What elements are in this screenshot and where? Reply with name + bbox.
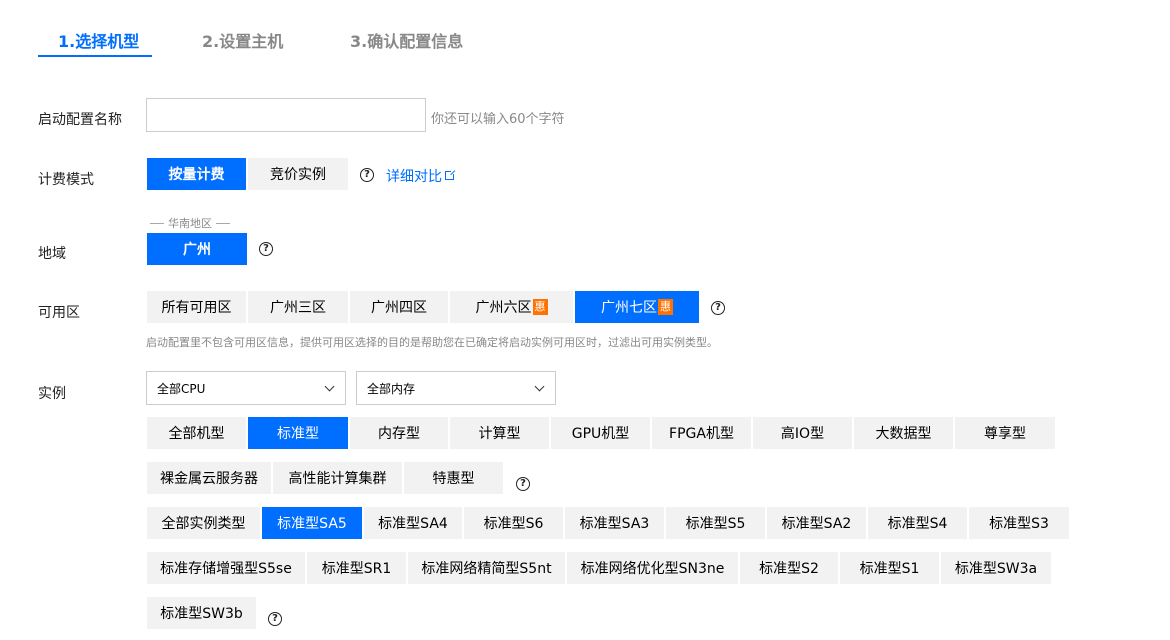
- family-premium[interactable]: 尊享型: [955, 417, 1055, 449]
- billing-mode-label: 计费模式: [38, 172, 94, 188]
- type-s2[interactable]: 标准型S2: [740, 552, 838, 584]
- help-icon[interactable]: ?: [259, 242, 273, 256]
- type-s5[interactable]: 标准型S5: [666, 507, 765, 539]
- region-group-label: 华南地区: [168, 217, 212, 230]
- type-sn3ne[interactable]: 标准网络优化型SN3ne: [567, 552, 738, 584]
- compare-link-text: 详细对比: [386, 169, 442, 185]
- type-s4[interactable]: 标准型S4: [868, 507, 967, 539]
- family-standard[interactable]: 标准型: [248, 417, 348, 449]
- type-sw3a[interactable]: 标准型SW3a: [941, 552, 1051, 584]
- chevron-down-icon: [324, 381, 335, 392]
- zone-option-gz4[interactable]: 广州四区: [350, 291, 448, 323]
- billing-option-spot[interactable]: 竞价实例: [248, 158, 348, 190]
- type-s5nt[interactable]: 标准网络精简型S5nt: [408, 552, 565, 584]
- type-sa4[interactable]: 标准型SA4: [364, 507, 462, 539]
- family-fpga[interactable]: FPGA机型: [652, 417, 751, 449]
- type-sr1[interactable]: 标准型SR1: [307, 552, 406, 584]
- family-special-offer[interactable]: 特惠型: [404, 462, 503, 494]
- help-icon[interactable]: ?: [360, 168, 374, 182]
- compare-link[interactable]: 详细对比: [386, 166, 456, 186]
- type-all[interactable]: 全部实例类型: [147, 507, 260, 539]
- help-icon[interactable]: ?: [268, 612, 282, 626]
- type-s5se[interactable]: 标准存储增强型S5se: [147, 552, 305, 584]
- zone-label-gz6: 广州六区: [475, 300, 532, 316]
- step-tabs: 1.选择机型 2.设置主机 3.确认配置信息: [38, 0, 1138, 58]
- family-compute[interactable]: 计算型: [450, 417, 549, 449]
- tab-configure-host[interactable]: 2.设置主机: [202, 28, 283, 52]
- type-s3[interactable]: 标准型S3: [969, 507, 1069, 539]
- family-high-io[interactable]: 高IO型: [753, 417, 852, 449]
- region-option-guangzhou[interactable]: 广州: [147, 233, 247, 265]
- zone-label: 可用区: [38, 305, 80, 321]
- zone-note: 启动配置里不包含可用区信息，提供可用区选择的目的是帮助您在已确定将启动实例可用区…: [146, 336, 718, 349]
- launch-config-name-input[interactable]: [146, 98, 426, 132]
- help-icon[interactable]: ?: [711, 301, 725, 315]
- active-tab-indicator: [38, 55, 152, 57]
- discount-badge: 惠: [658, 299, 673, 315]
- zone-option-gz6[interactable]: 广州六区惠: [450, 291, 573, 323]
- type-sa3[interactable]: 标准型SA3: [565, 507, 664, 539]
- type-sa5[interactable]: 标准型SA5: [262, 507, 362, 539]
- zone-option-gz3[interactable]: 广州三区: [248, 291, 348, 323]
- family-big-data[interactable]: 大数据型: [854, 417, 953, 449]
- family-memory[interactable]: 内存型: [350, 417, 448, 449]
- type-s1[interactable]: 标准型S1: [840, 552, 939, 584]
- memory-select[interactable]: 全部内存: [356, 371, 556, 405]
- zone-option-all[interactable]: 所有可用区: [147, 291, 246, 323]
- family-gpu[interactable]: GPU机型: [551, 417, 650, 449]
- external-link-icon: [445, 169, 456, 180]
- region-label: 地域: [38, 246, 66, 262]
- zone-label-gz7: 广州七区: [601, 300, 657, 316]
- chevron-down-icon: [534, 381, 545, 392]
- cpu-select[interactable]: 全部CPU: [146, 371, 346, 405]
- billing-option-pay-as-you-go[interactable]: 按量计费: [147, 158, 246, 190]
- family-all[interactable]: 全部机型: [147, 417, 246, 449]
- type-sa2[interactable]: 标准型SA2: [767, 507, 866, 539]
- tab-confirm-config[interactable]: 3.确认配置信息: [350, 28, 463, 52]
- char-limit-hint: 你还可以输入60个字符: [431, 112, 565, 127]
- type-sw3b[interactable]: 标准型SW3b: [147, 597, 256, 629]
- zone-option-gz7[interactable]: 广州七区惠: [575, 291, 699, 323]
- region-group-header: 华南地区: [150, 215, 230, 231]
- memory-select-value: 全部内存: [367, 381, 416, 396]
- discount-badge: 惠: [532, 299, 548, 315]
- help-icon[interactable]: ?: [516, 477, 530, 491]
- tab-select-model[interactable]: 1.选择机型: [58, 28, 139, 52]
- family-hpc-cluster[interactable]: 高性能计算集群: [273, 462, 402, 494]
- launch-config-label: 启动配置名称: [38, 112, 122, 128]
- cpu-select-value: 全部CPU: [157, 381, 206, 396]
- type-s6[interactable]: 标准型S6: [464, 507, 563, 539]
- family-bare-metal[interactable]: 裸金属云服务器: [147, 462, 271, 494]
- instance-label: 实例: [38, 386, 66, 402]
